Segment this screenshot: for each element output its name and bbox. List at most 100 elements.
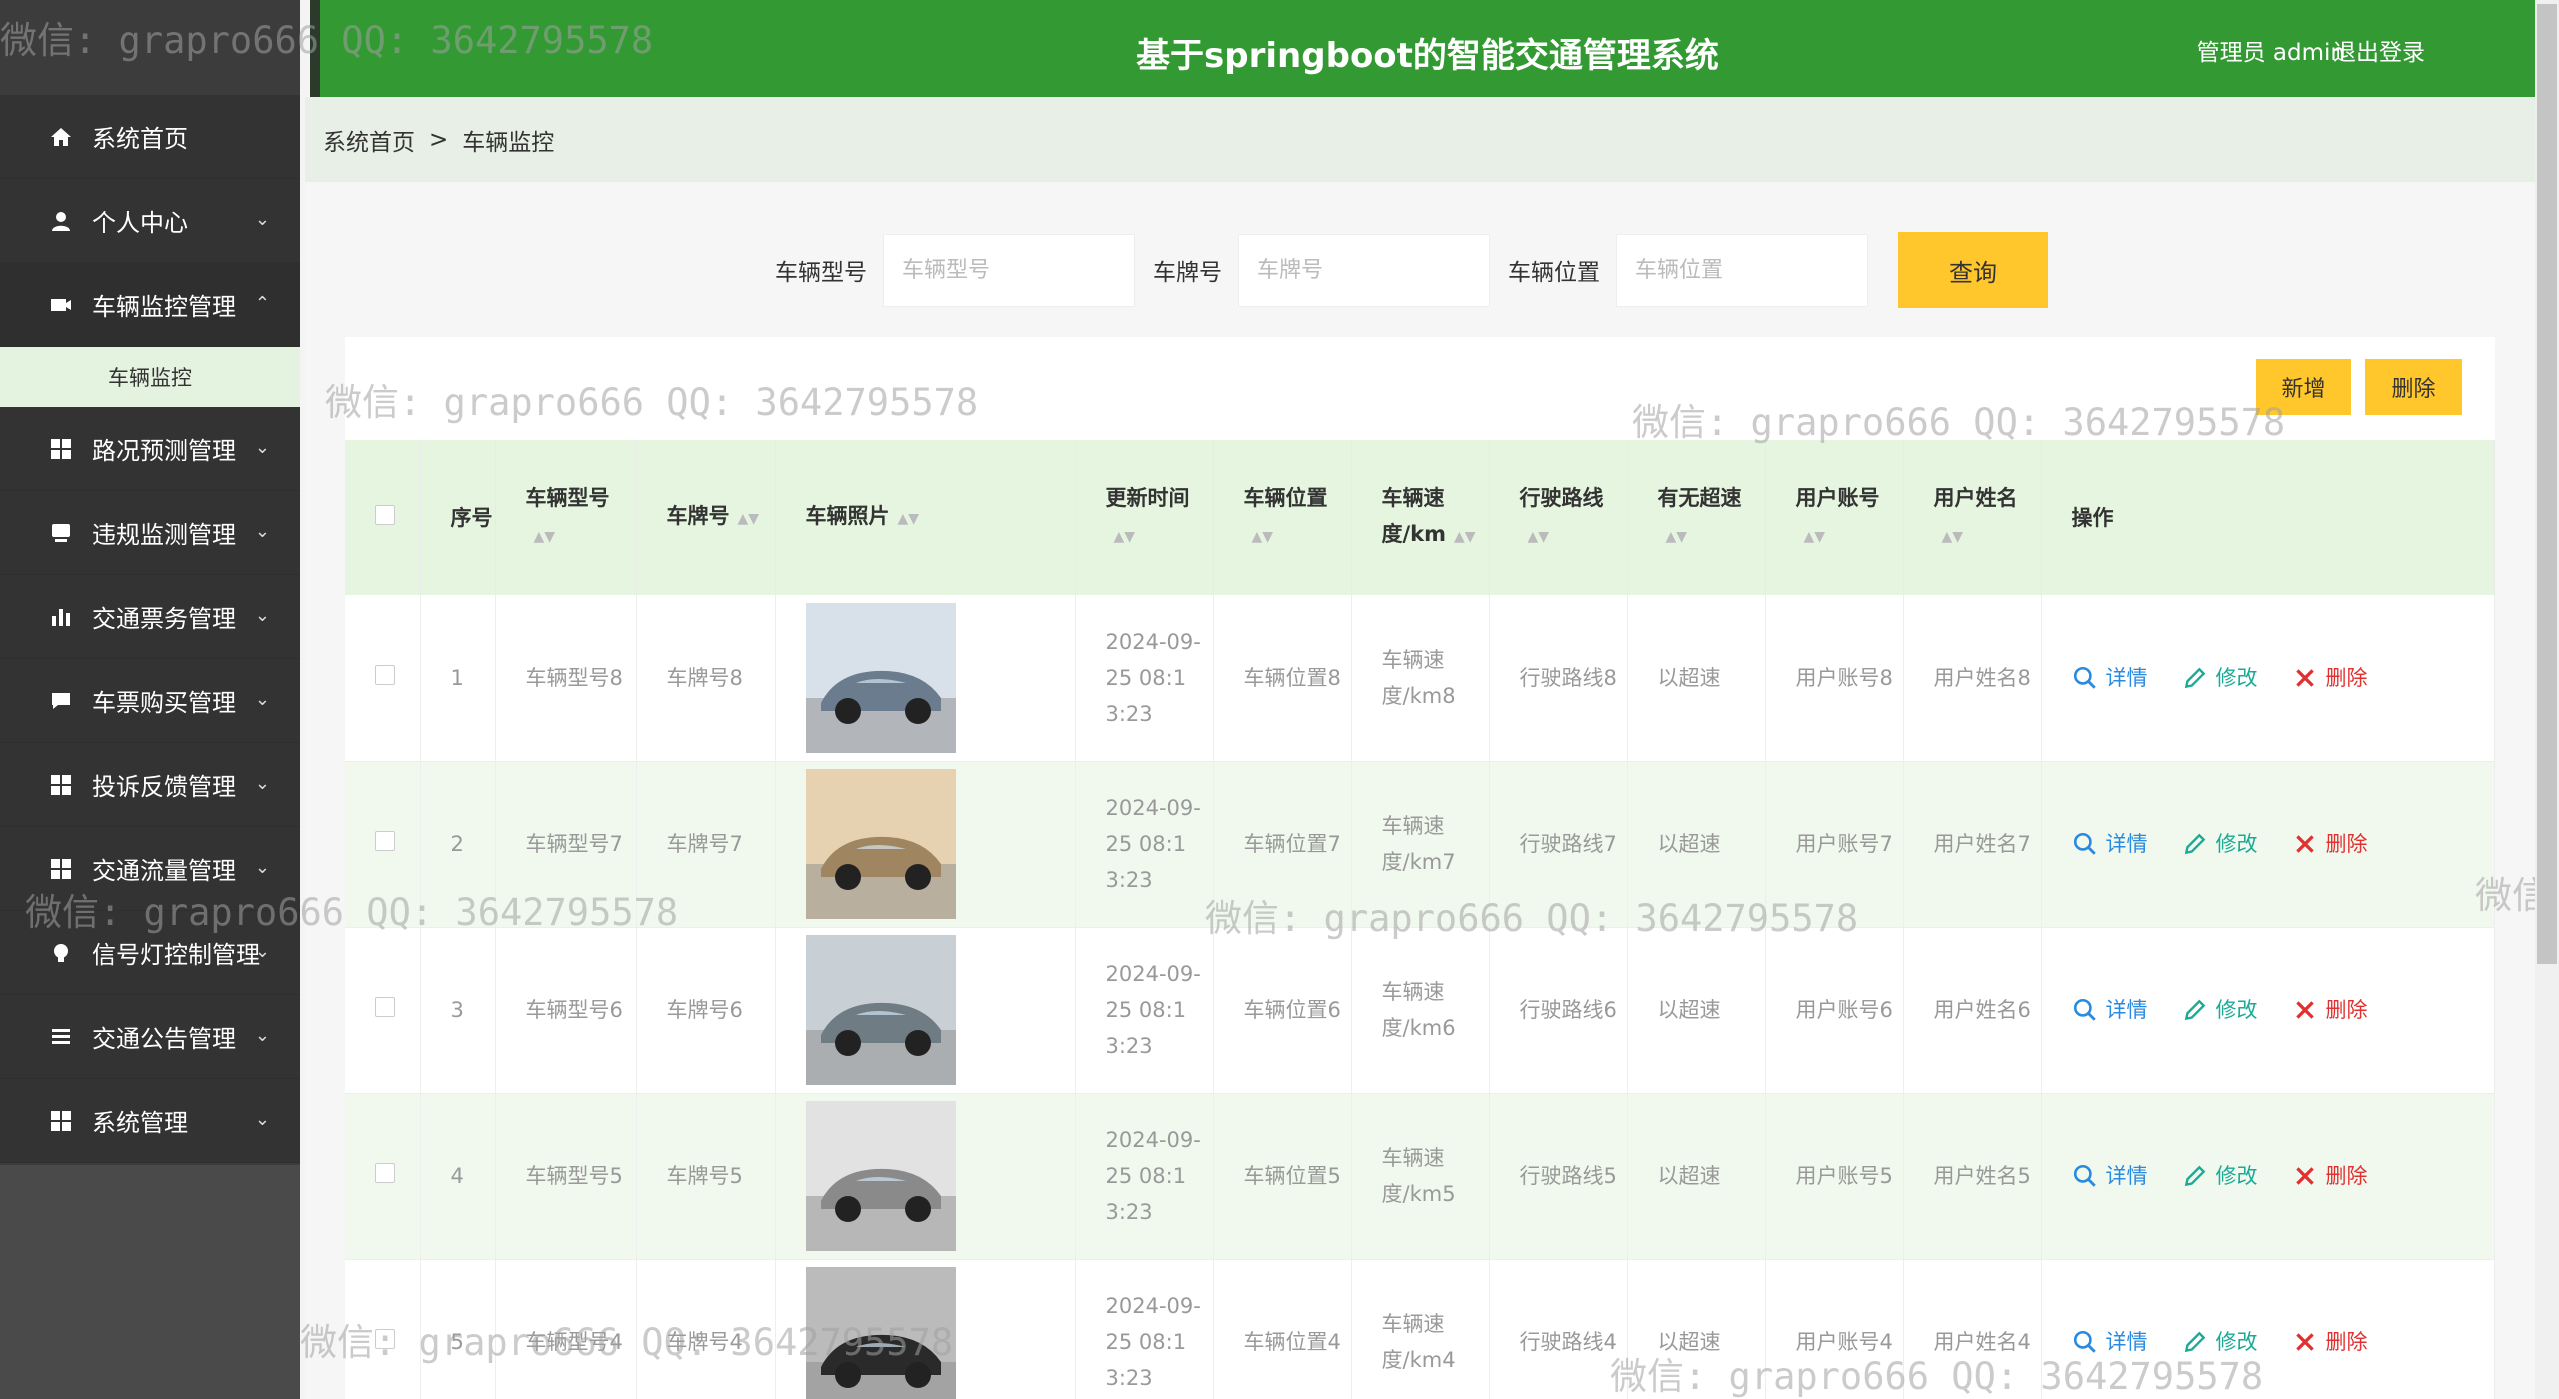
sort-icon[interactable]: ▲▼ [898, 511, 920, 527]
search-bar: 车辆型号 车牌号 车辆位置 查询 [775, 232, 2048, 308]
table-body: 1 车辆型号8 车牌号8 2024-09-25 08:13:23 车辆位置8 车… [345, 595, 2495, 1399]
sort-icon[interactable]: ▲▼ [738, 511, 760, 527]
vehicle-photo[interactable] [805, 1267, 956, 1399]
sort-icon[interactable]: ▲▼ [1252, 529, 1274, 545]
row-select-cell [345, 761, 421, 927]
sidebar-item-signal[interactable]: 信号灯控制管理 ⌄ [0, 911, 300, 995]
cell-overspeed: 以超速 [1627, 595, 1766, 761]
grid-icon [48, 436, 74, 462]
cell-overspeed: 以超速 [1627, 761, 1766, 927]
header-time[interactable]: 更新时间▲▼ [1075, 440, 1214, 595]
delete-button[interactable]: 删除 [2292, 826, 2368, 862]
edit-icon [2184, 1331, 2205, 1353]
page-scrollbar[interactable] [2535, 0, 2559, 1399]
sidebar-item-notice[interactable]: 交通公告管理 ⌄ [0, 995, 300, 1079]
header-route[interactable]: 行驶路线▲▼ [1489, 440, 1628, 595]
select-all-checkbox[interactable] [375, 504, 395, 525]
chevron-down-icon: ⌄ [254, 521, 270, 542]
delete-button[interactable]: 删除 [2292, 1324, 2368, 1360]
row-checkbox[interactable] [375, 831, 395, 851]
cell-photo [775, 761, 1076, 927]
sort-icon[interactable]: ▲▼ [1528, 529, 1550, 545]
close-icon [2295, 1333, 2314, 1351]
sidebar-item-label: 交通票务管理 [92, 605, 236, 633]
table-row[interactable]: 5 车辆型号4 车牌号4 2024-09-25 08:13:23 车辆位置4 车… [345, 1259, 2495, 1399]
cell-account: 用户账号7 [1765, 761, 1904, 927]
sidebar-item-home[interactable]: 系统首页 [0, 95, 300, 179]
row-checkbox[interactable] [375, 997, 395, 1017]
cell-index: 1 [420, 595, 496, 761]
detail-button[interactable]: 详情 [2072, 992, 2148, 1028]
delete-button[interactable]: 删除 [2292, 1158, 2368, 1194]
vehicle-photo[interactable] [805, 935, 956, 1085]
vehicle-photo[interactable] [805, 1101, 956, 1251]
sidebar-item-ticket[interactable]: 交通票务管理 ⌄ [0, 575, 300, 659]
header-plate[interactable]: 车牌号 ▲▼ [636, 440, 776, 595]
location-input[interactable] [1616, 233, 1868, 307]
delete-button[interactable]: 删除 [2292, 660, 2368, 696]
row-checkbox[interactable] [375, 664, 395, 685]
chevron-down-icon: ⌄ [254, 437, 270, 458]
header-name[interactable]: 用户姓名▲▼ [1903, 440, 2042, 595]
edit-button[interactable]: 修改 [2182, 826, 2258, 862]
logout-link[interactable]: 退出登录 [2333, 33, 2425, 67]
table-row[interactable]: 2 车辆型号7 车牌号7 2024-09-25 08:13:23 车辆位置7 车… [345, 761, 2495, 927]
sort-icon[interactable]: ▲▼ [534, 529, 556, 545]
cell-location: 车辆位置8 [1213, 595, 1352, 761]
sidebar-item-label: 投诉反馈管理 [92, 773, 236, 801]
sidebar-item-system[interactable]: 系统管理 ⌄ [0, 1079, 300, 1163]
batch-delete-button[interactable]: 删除 [2365, 359, 2462, 415]
table-row[interactable]: 1 车辆型号8 车牌号8 2024-09-25 08:13:23 车辆位置8 车… [345, 595, 2495, 761]
cell-account: 用户账号6 [1765, 927, 1904, 1093]
sidebar-item-traffic-flow[interactable]: 交通流量管理 ⌄ [0, 827, 300, 911]
sort-icon[interactable]: ▲▼ [1454, 529, 1476, 545]
breadcrumb-home[interactable]: 系统首页 [323, 123, 415, 157]
sort-icon[interactable]: ▲▼ [1942, 529, 1964, 545]
sidebar-subitem-vehicle-monitor[interactable]: 车辆监控 [0, 347, 300, 407]
table-row[interactable]: 4 车辆型号5 车牌号5 2024-09-25 08:13:23 车辆位置5 车… [345, 1093, 2495, 1259]
row-checkbox[interactable] [375, 1163, 395, 1183]
header-overspeed[interactable]: 有无超速▲▼ [1627, 440, 1766, 595]
vehicle-photo[interactable] [805, 602, 956, 753]
cell-ops: 详情 修改 删除 [2041, 761, 2495, 927]
sort-icon[interactable]: ▲▼ [1804, 529, 1826, 545]
header-model[interactable]: 车辆型号▲▼ [495, 440, 637, 595]
sidebar-item-vehicle-monitor[interactable]: 车辆监控管理 ⌃ [0, 263, 300, 347]
sidebar-item-road-forecast[interactable]: 路况预测管理 ⌄ [0, 407, 300, 491]
header-account[interactable]: 用户账号▲▼ [1765, 440, 1904, 595]
edit-button[interactable]: 修改 [2182, 1324, 2258, 1360]
model-input[interactable] [883, 233, 1135, 307]
edit-button[interactable]: 修改 [2182, 992, 2258, 1028]
plate-input[interactable] [1238, 233, 1490, 307]
delete-button[interactable]: 删除 [2292, 992, 2368, 1028]
edit-button[interactable]: 修改 [2182, 1158, 2258, 1194]
sort-icon[interactable]: ▲▼ [1666, 529, 1688, 545]
bar-chart-icon [48, 604, 74, 630]
sidebar-item-label: 车辆监控管理 [92, 293, 236, 321]
chevron-up-icon: ⌃ [254, 293, 270, 314]
sidebar-item-profile[interactable]: 个人中心 ⌄ [0, 179, 300, 263]
header-index[interactable]: 序号 [420, 440, 496, 595]
detail-button[interactable]: 详情 [2072, 1158, 2148, 1194]
sidebar-item-violation[interactable]: 违规监测管理 ⌄ [0, 491, 300, 575]
detail-button[interactable]: 详情 [2072, 1324, 2148, 1360]
sort-icon[interactable]: ▲▼ [1114, 529, 1136, 545]
header-location[interactable]: 车辆位置▲▼ [1213, 440, 1352, 595]
detail-button[interactable]: 详情 [2072, 826, 2148, 862]
cell-photo [775, 927, 1076, 1093]
sidebar: 系统首页 个人中心 ⌄ 车辆监控管理 ⌃ 车辆监控 路况预测管理 ⌄ 违规监测管… [0, 0, 300, 1399]
query-button[interactable]: 查询 [1898, 232, 2048, 308]
sidebar-item-feedback[interactable]: 投诉反馈管理 ⌄ [0, 743, 300, 827]
table-row[interactable]: 3 车辆型号6 车牌号6 2024-09-25 08:13:23 车辆位置6 车… [345, 927, 2495, 1093]
vehicle-photo[interactable] [805, 769, 956, 919]
row-checkbox[interactable] [375, 1329, 395, 1349]
detail-button[interactable]: 详情 [2072, 660, 2148, 696]
header-photo[interactable]: 车辆照片 ▲▼ [775, 440, 1076, 595]
cell-name: 用户姓名7 [1903, 761, 2042, 927]
add-button[interactable]: 新增 [2256, 359, 2351, 415]
scrollbar-thumb[interactable] [2537, 4, 2557, 964]
sidebar-item-purchase[interactable]: 车票购买管理 ⌄ [0, 659, 300, 743]
sidebar-item-label: 交通公告管理 [92, 1025, 236, 1053]
edit-button[interactable]: 修改 [2182, 660, 2258, 696]
header-speed[interactable]: 车辆速度/km ▲▼ [1351, 440, 1490, 595]
